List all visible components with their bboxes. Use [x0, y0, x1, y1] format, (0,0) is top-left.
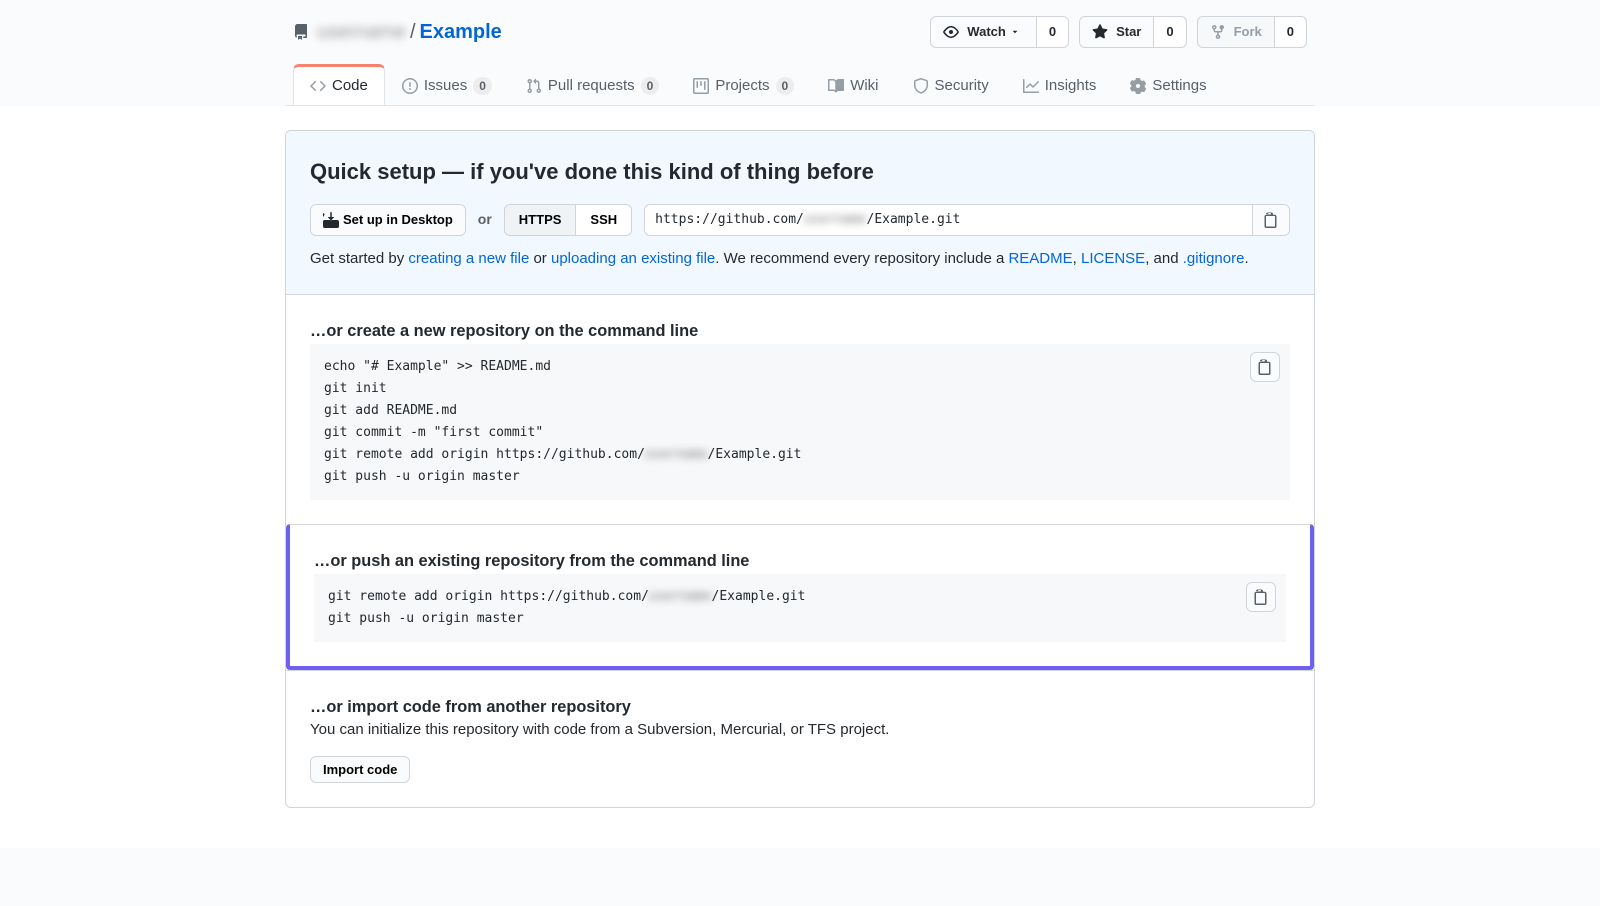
graph-icon [1023, 78, 1039, 94]
create-repo-code[interactable]: echo "# Example" >> README.md git init g… [310, 344, 1290, 501]
tab-settings[interactable]: Settings [1113, 64, 1223, 106]
repo-owner-link[interactable]: username [317, 17, 406, 47]
pull-request-icon [526, 78, 542, 94]
eye-icon [943, 24, 959, 40]
tab-issues[interactable]: Issues 0 [385, 64, 509, 106]
issues-count: 0 [473, 77, 492, 95]
fork-label: Fork [1234, 24, 1262, 39]
import-text: You can initialize this repository with … [310, 719, 1290, 742]
tab-insights-label: Insights [1045, 75, 1097, 98]
upload-file-link[interactable]: uploading an existing file [551, 250, 715, 267]
watch-button[interactable]: Watch [930, 16, 1037, 48]
issue-icon [402, 78, 418, 94]
tab-issues-label: Issues [424, 75, 467, 98]
repo-title: username / Example [293, 17, 502, 47]
star-group: Star 0 [1079, 16, 1187, 48]
copy-url-button[interactable] [1253, 204, 1290, 236]
create-repo-title: …or create a new repository on the comma… [310, 319, 1290, 344]
tab-code[interactable]: Code [293, 64, 385, 106]
gitignore-link[interactable]: .gitignore [1183, 250, 1245, 267]
clipboard-icon [1257, 359, 1273, 375]
copy-push-code-button[interactable] [1246, 582, 1276, 612]
tab-security[interactable]: Security [896, 64, 1006, 106]
clipboard-icon [1253, 589, 1269, 605]
license-link[interactable]: LICENSE [1081, 250, 1145, 267]
clipboard-icon [1263, 212, 1279, 228]
tab-settings-label: Settings [1152, 75, 1206, 98]
clone-url-input[interactable]: https://github.com/username/Example.git [644, 204, 1253, 236]
tab-projects-label: Projects [715, 75, 769, 98]
shield-icon [913, 78, 929, 94]
fork-icon [1210, 24, 1226, 40]
repo-icon [293, 24, 309, 40]
tab-insights[interactable]: Insights [1006, 64, 1114, 106]
push-code[interactable]: git remote add origin https://github.com… [314, 574, 1286, 642]
code-icon [310, 78, 326, 94]
repo-tabs: Code Issues 0 Pull requests 0 Projects 0 [285, 64, 1315, 106]
push-existing-section: …or push an existing repository from the… [286, 524, 1314, 670]
book-icon [828, 78, 844, 94]
quick-help-text: Get started by creating a new file or up… [310, 248, 1290, 271]
star-button[interactable]: Star [1079, 16, 1154, 48]
watch-group: Watch 0 [930, 16, 1069, 48]
ssh-button[interactable]: SSH [576, 204, 632, 236]
tab-projects[interactable]: Projects 0 [676, 64, 811, 106]
quick-setup-title: Quick setup — if you've done this kind o… [310, 155, 1290, 188]
tab-code-label: Code [332, 75, 368, 98]
import-title: …or import code from another repository [310, 695, 1290, 720]
star-icon [1092, 24, 1108, 40]
chevron-down-icon [1010, 27, 1020, 37]
project-icon [693, 78, 709, 94]
new-file-link[interactable]: creating a new file [408, 250, 529, 267]
push-title: …or push an existing repository from the… [314, 549, 1286, 574]
star-count[interactable]: 0 [1154, 16, 1186, 48]
readme-link[interactable]: README [1008, 250, 1072, 267]
import-section: …or import code from another repository … [286, 670, 1314, 807]
watch-count[interactable]: 0 [1037, 16, 1069, 48]
copy-create-code-button[interactable] [1250, 352, 1280, 382]
desktop-download-icon [323, 212, 339, 228]
fork-count[interactable]: 0 [1275, 16, 1307, 48]
path-separator: / [410, 17, 416, 47]
https-button[interactable]: HTTPS [504, 204, 577, 236]
quick-setup-box: Quick setup — if you've done this kind o… [286, 131, 1314, 294]
setup-desktop-label: Set up in Desktop [343, 212, 453, 227]
setup-in-desktop-button[interactable]: Set up in Desktop [310, 204, 466, 236]
tab-pulls[interactable]: Pull requests 0 [509, 64, 676, 106]
star-label: Star [1116, 24, 1141, 39]
watch-label: Watch [967, 24, 1006, 39]
gear-icon [1130, 78, 1146, 94]
repo-name-link[interactable]: Example [420, 17, 502, 47]
pulls-count: 0 [641, 77, 660, 95]
tab-wiki[interactable]: Wiki [811, 64, 895, 106]
tab-pulls-label: Pull requests [548, 75, 635, 98]
fork-group: Fork 0 [1197, 16, 1307, 48]
or-text: or [478, 209, 492, 230]
tab-security-label: Security [935, 75, 989, 98]
tab-wiki-label: Wiki [850, 75, 878, 98]
projects-count: 0 [776, 77, 795, 95]
create-repo-section: …or create a new repository on the comma… [286, 294, 1314, 524]
import-code-button[interactable]: Import code [310, 756, 410, 783]
fork-button: Fork [1197, 16, 1275, 48]
